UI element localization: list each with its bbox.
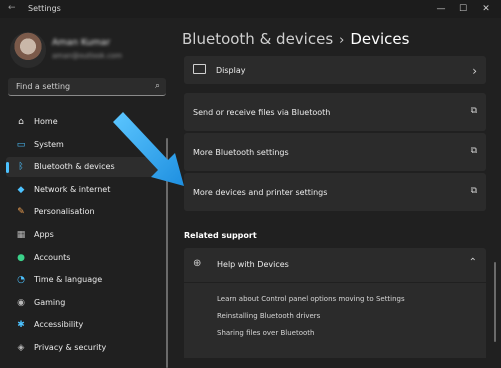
annotation-arrow-icon — [113, 112, 184, 186]
